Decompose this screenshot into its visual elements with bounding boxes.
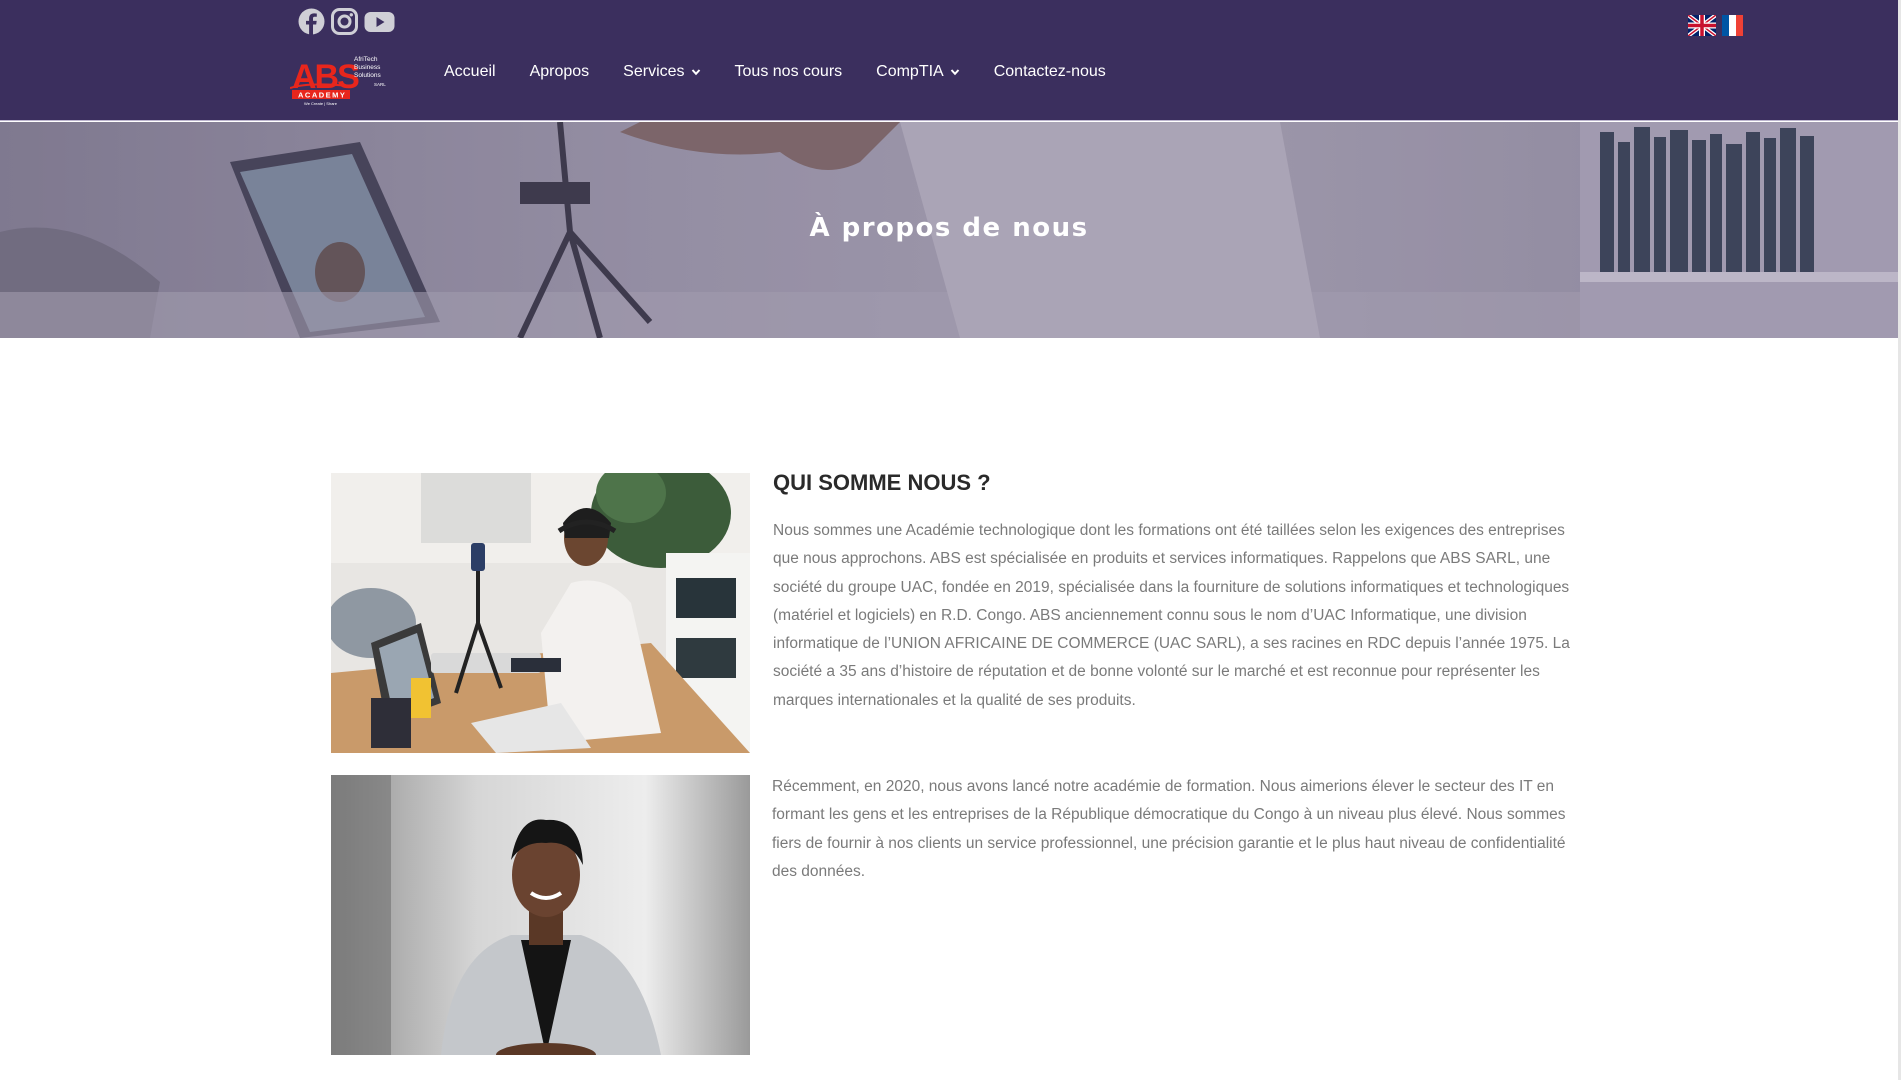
hero-banner: À propos de nous bbox=[0, 122, 1898, 338]
logo-sub-line-4: SARL bbox=[374, 82, 386, 87]
instagram-icon[interactable] bbox=[331, 8, 358, 35]
main-nav: Accueil Apropos Services Tous nos cours … bbox=[444, 63, 1140, 81]
logo-tagline: We Create | Share bbox=[304, 101, 338, 106]
logo-sub-line-1: AfriTech bbox=[354, 56, 378, 63]
hero-title: À propos de nous bbox=[809, 213, 1089, 243]
site-logo[interactable]: ABS ACADEMY We Create | Share AfriTech B… bbox=[289, 52, 390, 108]
nav-item-label: Accueil bbox=[444, 63, 496, 80]
logo-sub-line-3: Solutions bbox=[354, 72, 381, 79]
nav-item-services[interactable]: Services bbox=[623, 63, 700, 81]
about-paragraph-1: Nous sommes une Académie technologique d… bbox=[773, 522, 1570, 709]
logo-sub-line-2: Business bbox=[354, 64, 381, 71]
site-header: ABS ACADEMY We Create | Share AfriTech B… bbox=[0, 0, 1898, 121]
nav-item-accueil[interactable]: Accueil bbox=[444, 63, 496, 81]
facebook-icon[interactable] bbox=[298, 8, 325, 35]
chevron-down-icon bbox=[691, 69, 700, 76]
logo-badge: ACADEMY bbox=[298, 91, 346, 100]
fr-flag-icon[interactable] bbox=[1722, 15, 1743, 36]
about-image-video-call bbox=[331, 473, 750, 753]
nav-item-label: CompTIA bbox=[876, 63, 944, 80]
nav-item-label: Apropos bbox=[529, 63, 590, 80]
language-switcher bbox=[1688, 15, 1743, 36]
section-title: QUI SOMME NOUS ? bbox=[773, 470, 991, 495]
nav-item-apropos[interactable]: Apropos bbox=[530, 63, 590, 81]
social-links bbox=[298, 8, 395, 35]
nav-item-label: Contactez-nous bbox=[993, 63, 1106, 80]
nav-item-tous-nos-cours[interactable]: Tous nos cours bbox=[735, 63, 843, 81]
page: ABS ACADEMY We Create | Share AfriTech B… bbox=[0, 0, 1901, 1080]
nav-item-contactez-nous[interactable]: Contactez-nous bbox=[994, 63, 1106, 81]
uk-flag-icon[interactable] bbox=[1688, 15, 1716, 36]
about-paragraph-2: Récemment, en 2020, nous avons lancé not… bbox=[772, 778, 1566, 880]
nav-item-label: Tous nos cours bbox=[734, 63, 843, 80]
about-image-portrait bbox=[331, 775, 750, 1055]
chevron-down-icon bbox=[950, 69, 959, 76]
nav-item-comptia[interactable]: CompTIA bbox=[876, 63, 960, 81]
youtube-icon[interactable] bbox=[364, 8, 395, 35]
nav-item-label: Services bbox=[623, 63, 685, 80]
